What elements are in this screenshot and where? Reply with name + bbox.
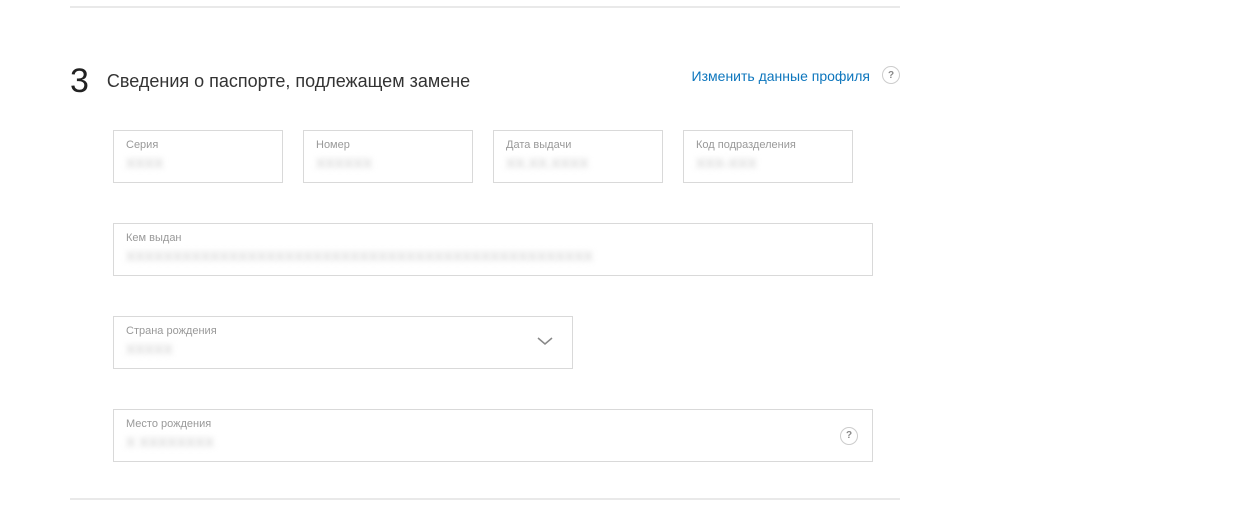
field-issue-date[interactable]: Дата выдачи XX.XX.XXXX (493, 130, 663, 183)
row-birth-place: Место рождения X XXXXXXXX ? (113, 409, 903, 462)
row-passport-main: Серия XXXX Номер XXXXXX Дата выдачи XX.X… (113, 130, 903, 183)
value-number: XXXXXX (316, 155, 460, 172)
value-birth-country: XXXXX (126, 341, 560, 358)
edit-profile-link[interactable]: Изменить данные профиля (692, 68, 870, 84)
value-issue-date: XX.XX.XXXX (506, 155, 650, 172)
value-issued-by: XXXXXXXXXXXXXXXXXXXXXXXXXXXXXXXXXXXXXXXX… (126, 248, 860, 265)
value-birth-place: X XXXXXXXX (126, 434, 860, 451)
passport-form: Серия XXXX Номер XXXXXX Дата выдачи XX.X… (113, 130, 903, 462)
field-birth-place[interactable]: Место рождения X XXXXXXXX ? (113, 409, 873, 462)
label-issued-by: Кем выдан (126, 232, 860, 244)
help-icon[interactable]: ? (882, 66, 900, 84)
field-number[interactable]: Номер XXXXXX (303, 130, 473, 183)
section-bottom-divider (70, 498, 900, 500)
label-dept-code: Код подразделения (696, 139, 840, 151)
value-dept-code: XXX-XXX (696, 155, 840, 172)
label-birth-country: Страна рождения (126, 325, 560, 337)
row-issued-by: Кем выдан XXXXXXXXXXXXXXXXXXXXXXXXXXXXXX… (113, 223, 903, 276)
row-birth-country: Страна рождения XXXXX (113, 316, 903, 369)
field-issued-by[interactable]: Кем выдан XXXXXXXXXXXXXXXXXXXXXXXXXXXXXX… (113, 223, 873, 276)
step-number: 3 (70, 64, 89, 98)
label-birth-place: Место рождения (126, 418, 860, 430)
field-series[interactable]: Серия XXXX (113, 130, 283, 183)
help-icon[interactable]: ? (840, 427, 858, 445)
field-dept-code[interactable]: Код подразделения XXX-XXX (683, 130, 853, 183)
step-header: 3 Сведения о паспорте, подлежащем замене… (70, 64, 900, 98)
field-birth-country[interactable]: Страна рождения XXXXX (113, 316, 573, 369)
label-issue-date: Дата выдачи (506, 139, 650, 151)
label-number: Номер (316, 139, 460, 151)
label-series: Серия (126, 139, 270, 151)
chevron-down-icon (536, 334, 554, 352)
value-series: XXXX (126, 155, 270, 172)
section-top-divider (70, 6, 900, 8)
